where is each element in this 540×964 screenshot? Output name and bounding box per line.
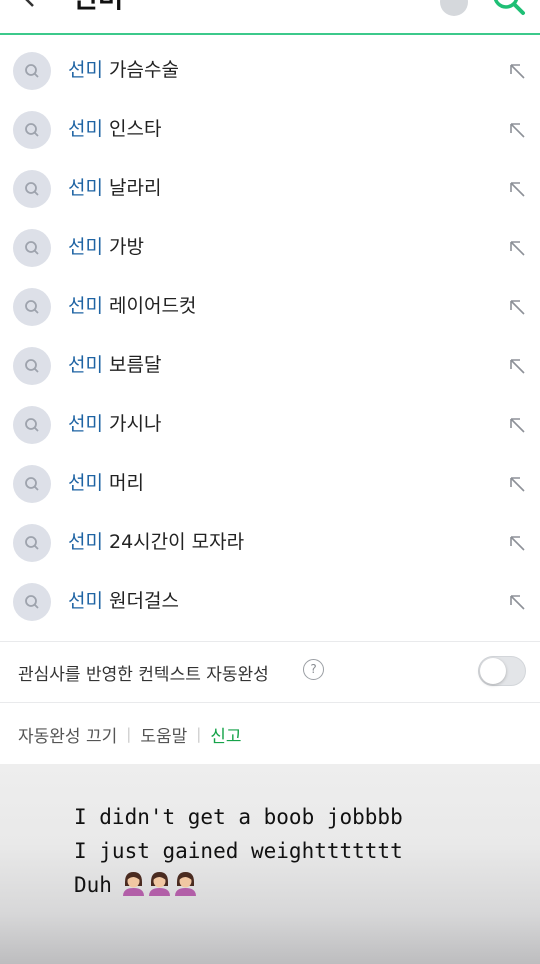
search-history-icon bbox=[13, 583, 51, 621]
suggestion-rest: 원더걸스 bbox=[102, 590, 179, 612]
clear-icon[interactable] bbox=[440, 0, 468, 16]
suggestion-text: 선미 원더걸스 bbox=[68, 589, 179, 613]
suggestion-rest: 날라리 bbox=[102, 177, 162, 199]
suggestion-item[interactable]: 선미 레이어드컷 bbox=[0, 277, 540, 336]
back-arrow-icon[interactable] bbox=[18, 0, 42, 10]
suggestion-item[interactable]: 선미 머리 bbox=[0, 454, 540, 513]
suggestion-item[interactable]: 선미 인스타 bbox=[0, 100, 540, 159]
suggestion-text: 선미 가슴수술 bbox=[68, 58, 179, 82]
suggestion-text: 선미 보름달 bbox=[68, 353, 161, 377]
fill-query-arrow-icon[interactable] bbox=[507, 474, 527, 494]
caption-line-3: Duh bbox=[74, 873, 112, 897]
suggestion-rest: 가슴수술 bbox=[102, 59, 179, 81]
search-history-icon bbox=[13, 524, 51, 562]
suggestion-keyword: 선미 bbox=[68, 354, 103, 376]
fill-query-arrow-icon[interactable] bbox=[507, 592, 527, 612]
report-link[interactable]: 신고 bbox=[210, 722, 241, 747]
context-autocomplete-label: 관심사를 반영한 컨텍스트 자동완성 bbox=[18, 665, 269, 685]
search-input[interactable]: 선미 bbox=[72, 0, 124, 12]
suggestion-keyword: 선미 bbox=[68, 413, 103, 435]
suggestion-item[interactable]: 선미 가슴수술 bbox=[0, 41, 540, 100]
fill-query-arrow-icon[interactable] bbox=[507, 297, 527, 317]
fill-query-arrow-icon[interactable] bbox=[507, 179, 527, 199]
suggestion-text: 선미 가시나 bbox=[68, 412, 161, 436]
woman-emoji-icon bbox=[174, 872, 196, 896]
suggestion-item[interactable]: 선미 24시간이 모자라 bbox=[0, 513, 540, 572]
suggestion-rest: 24시간이 모자라 bbox=[102, 531, 245, 553]
search-history-icon bbox=[13, 52, 51, 90]
search-history-icon bbox=[13, 465, 51, 503]
suggestion-keyword: 선미 bbox=[68, 59, 103, 81]
search-history-icon bbox=[13, 170, 51, 208]
suggestion-item[interactable]: 선미 가방 bbox=[0, 218, 540, 277]
divider bbox=[0, 702, 540, 703]
woman-shrugging-emoji-group bbox=[122, 870, 197, 896]
fill-query-arrow-icon[interactable] bbox=[507, 238, 527, 258]
caption-line-1: I didn't get a boob jobbbb bbox=[74, 805, 403, 829]
context-autocomplete-row: 관심사를 반영한 컨텍스트 자동완성 ? bbox=[0, 642, 540, 702]
caption-text: I didn't get a boob jobbbb I just gained… bbox=[74, 800, 403, 902]
suggestion-keyword: 선미 bbox=[68, 295, 103, 317]
toggle-knob bbox=[480, 658, 506, 684]
suggestion-item[interactable]: 선미 가시나 bbox=[0, 395, 540, 454]
suggestion-keyword: 선미 bbox=[68, 177, 103, 199]
search-history-icon bbox=[13, 229, 51, 267]
woman-emoji-icon bbox=[122, 872, 144, 896]
suggestion-keyword: 선미 bbox=[68, 531, 103, 553]
suggestion-rest: 보름달 bbox=[102, 354, 162, 376]
search-icon[interactable] bbox=[490, 0, 530, 18]
turn-off-autocomplete-link[interactable]: 자동완성 끄기 bbox=[18, 722, 117, 747]
suggestion-text: 선미 레이어드컷 bbox=[68, 294, 196, 318]
suggestion-text: 선미 가방 bbox=[68, 235, 144, 259]
suggestion-rest: 인스타 bbox=[102, 118, 162, 140]
fill-query-arrow-icon[interactable] bbox=[507, 533, 527, 553]
fill-query-arrow-icon[interactable] bbox=[507, 61, 527, 81]
suggestion-rest: 머리 bbox=[102, 472, 144, 494]
suggestion-text: 선미 머리 bbox=[68, 471, 144, 495]
fill-query-arrow-icon[interactable] bbox=[507, 120, 527, 140]
suggestion-rest: 가시나 bbox=[102, 413, 162, 435]
search-history-icon bbox=[13, 111, 51, 149]
search-bar: 선미 bbox=[0, 0, 540, 35]
search-history-icon bbox=[13, 406, 51, 444]
suggestion-keyword: 선미 bbox=[68, 590, 103, 612]
fill-query-arrow-icon[interactable] bbox=[507, 415, 527, 435]
suggestion-text: 선미 날라리 bbox=[68, 176, 161, 200]
caption-overlay: I didn't get a boob jobbbb I just gained… bbox=[0, 764, 540, 964]
suggestion-text: 선미 인스타 bbox=[68, 117, 161, 141]
suggestion-list: 선미 가슴수술 선미 인스타 선미 날라리 선미 가방 선미 레이어드컷 선미 … bbox=[0, 41, 540, 631]
search-history-icon bbox=[13, 288, 51, 326]
suggestion-item[interactable]: 선미 원더걸스 bbox=[0, 572, 540, 631]
suggestion-keyword: 선미 bbox=[68, 472, 103, 494]
separator: | bbox=[126, 725, 132, 743]
suggestion-keyword: 선미 bbox=[68, 236, 103, 258]
fill-query-arrow-icon[interactable] bbox=[507, 356, 527, 376]
help-icon[interactable]: ? bbox=[303, 659, 324, 680]
suggestion-rest: 가방 bbox=[102, 236, 144, 258]
search-history-icon bbox=[13, 347, 51, 385]
suggestion-keyword: 선미 bbox=[68, 118, 103, 140]
autocomplete-footer: 자동완성 끄기 | 도움말 | 신고 bbox=[18, 722, 242, 747]
suggestion-item[interactable]: 선미 날라리 bbox=[0, 159, 540, 218]
separator: | bbox=[196, 725, 202, 743]
caption-line-2: I just gained weighttttttt bbox=[74, 839, 403, 863]
suggestion-text: 선미 24시간이 모자라 bbox=[68, 530, 244, 554]
suggestion-rest: 레이어드컷 bbox=[102, 295, 197, 317]
context-autocomplete-toggle[interactable] bbox=[478, 656, 526, 686]
suggestion-item[interactable]: 선미 보름달 bbox=[0, 336, 540, 395]
woman-emoji-icon bbox=[148, 872, 170, 896]
help-link[interactable]: 도움말 bbox=[140, 722, 187, 747]
